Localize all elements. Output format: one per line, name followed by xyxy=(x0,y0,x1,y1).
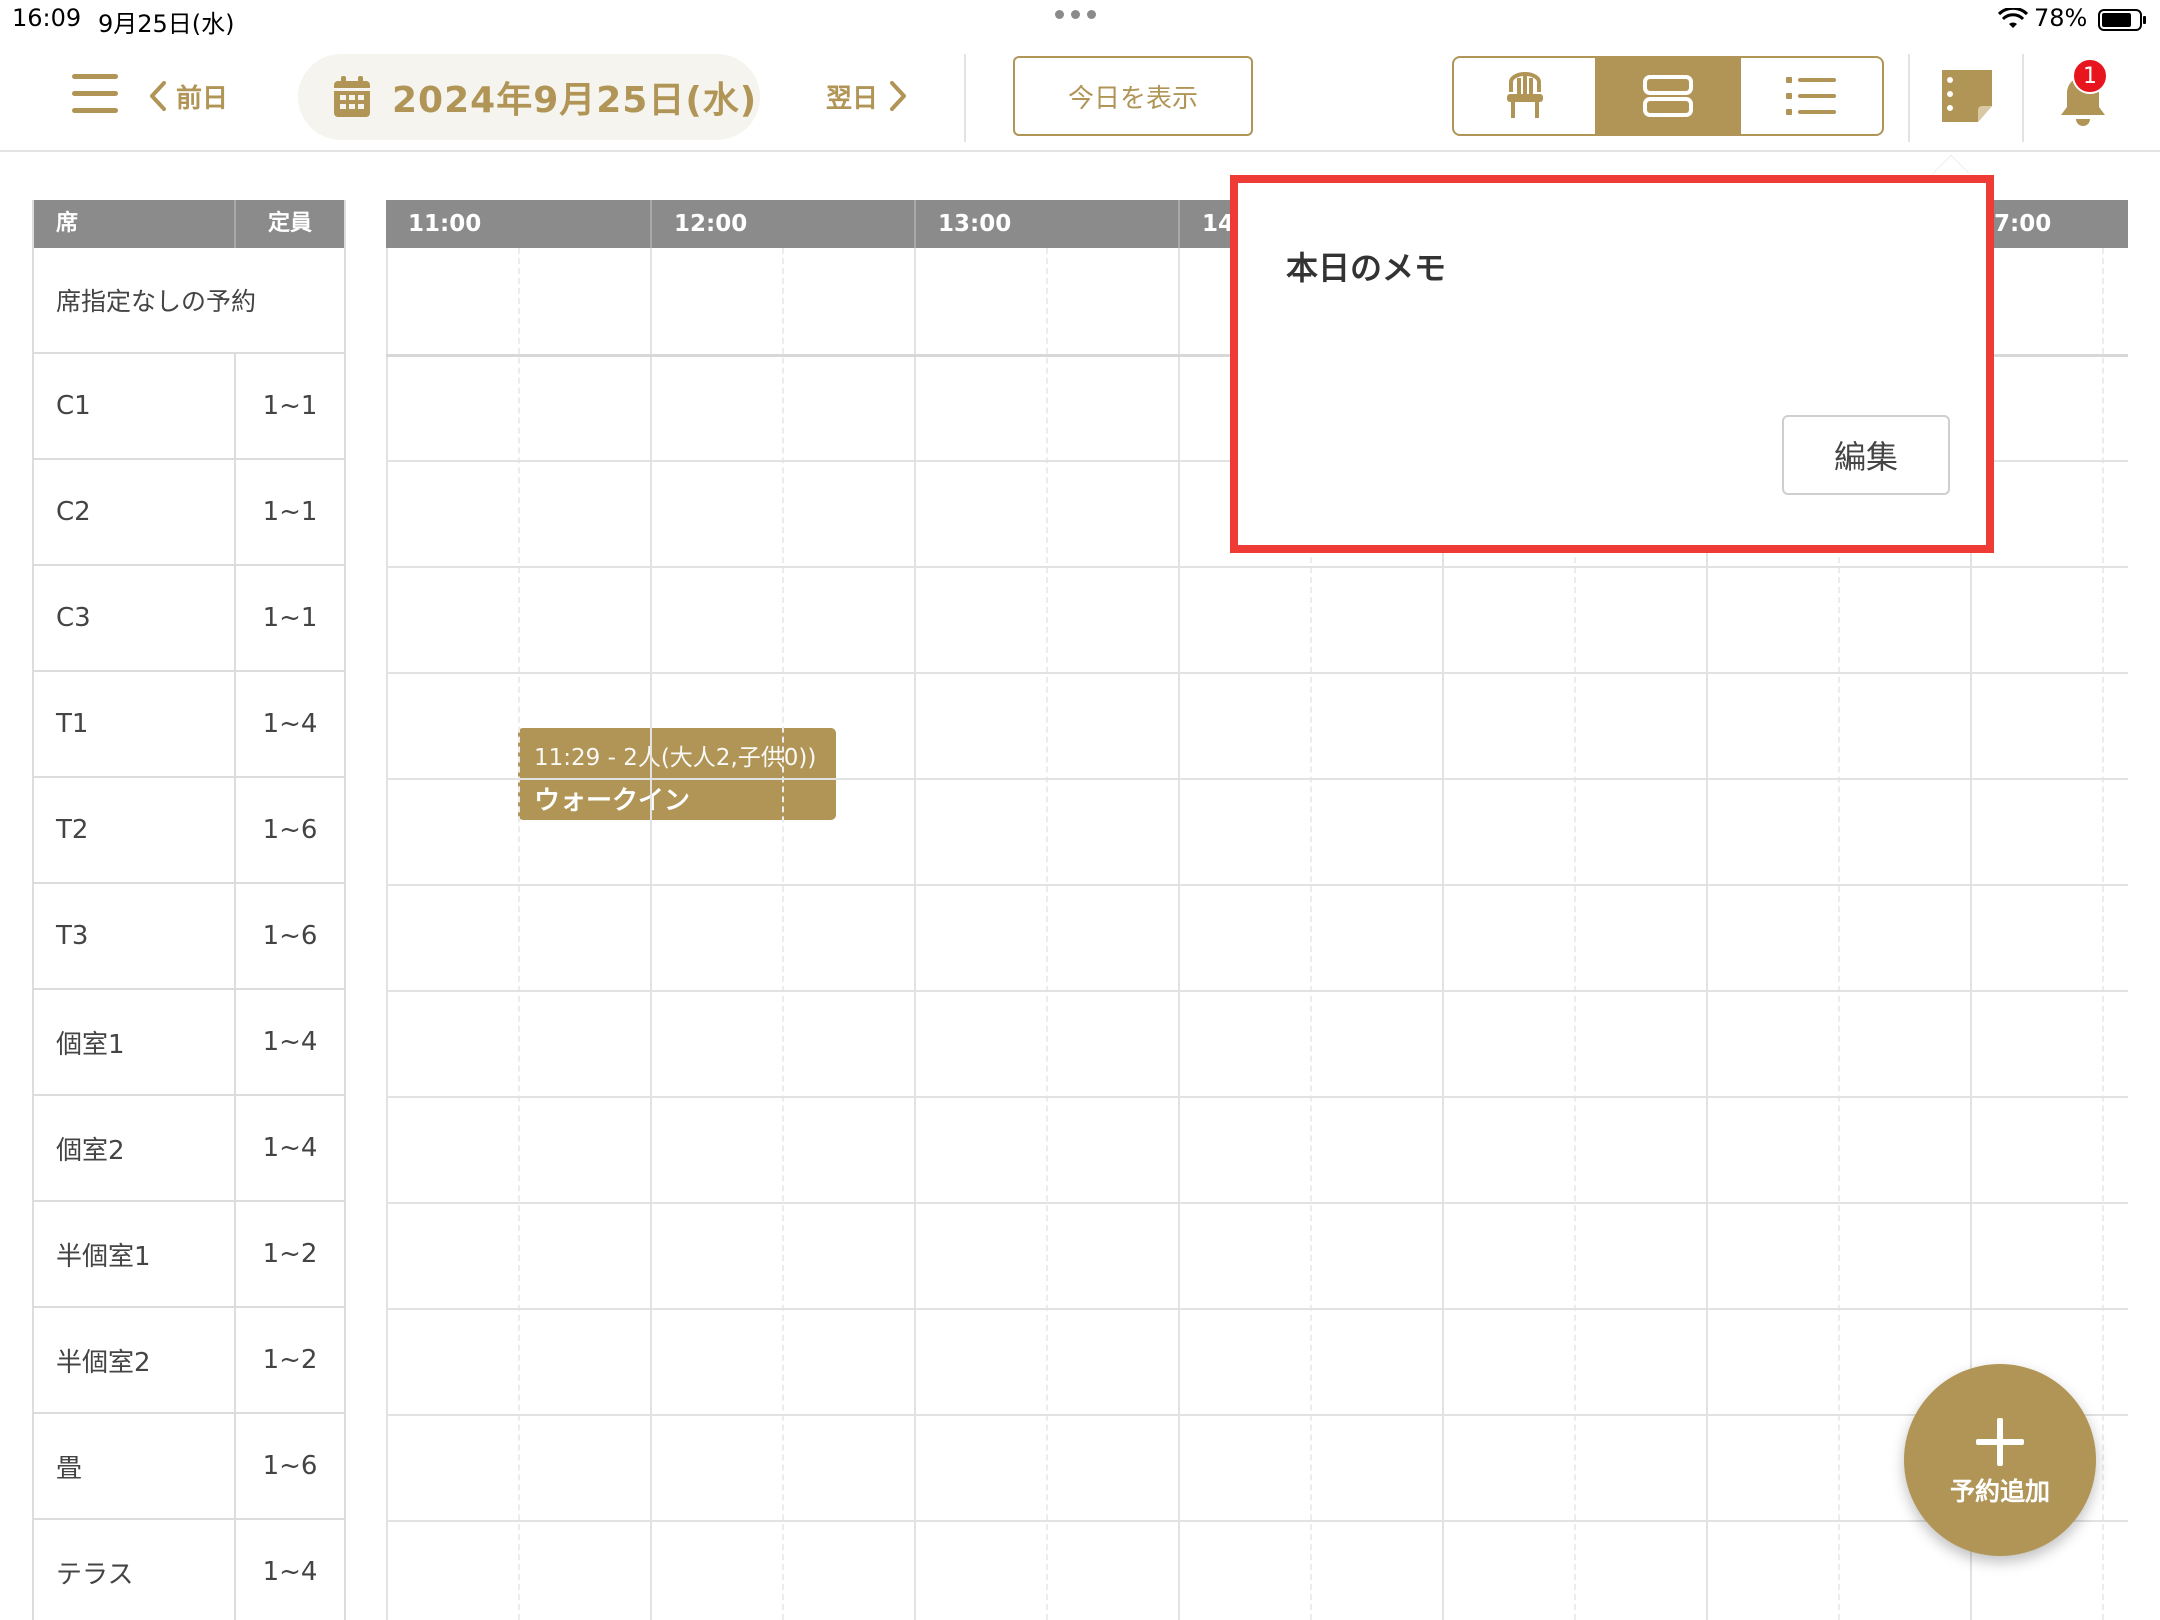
toolbar-divider xyxy=(1908,54,1910,142)
add-reservation-label: 予約追加 xyxy=(1949,1477,2050,1506)
seat-row[interactable]: T3 1~6 xyxy=(34,884,344,990)
chair-icon xyxy=(1506,72,1543,118)
row-gridline xyxy=(386,672,2128,674)
status-bar: 16:09 9月25日(水) 78% xyxy=(0,0,2160,40)
seat-capacity: 1~4 xyxy=(262,1133,318,1163)
row-gridline xyxy=(386,1308,2128,1310)
memo-note-icon[interactable] xyxy=(1938,66,1996,126)
seat-capacity: 1~2 xyxy=(262,1239,318,1269)
wifi-icon xyxy=(1998,8,2028,28)
chevron-left-icon xyxy=(150,81,166,111)
toolbar-divider xyxy=(2022,54,2024,142)
seat-name: 個室2 xyxy=(34,1096,236,1200)
seat-name: C1 xyxy=(34,354,236,458)
seat-table-header: 席 定員 xyxy=(34,200,344,248)
row-gridline xyxy=(386,1096,2128,1098)
timeline-rows-icon xyxy=(1642,75,1693,117)
seat-capacity: 1~4 xyxy=(262,709,318,739)
reservation-name: ウォークイン xyxy=(534,786,691,816)
reservation-time: 11:29 - 2人(大人2,子供0)) xyxy=(534,745,817,771)
seat-view-tab[interactable] xyxy=(1454,58,1595,134)
menu-icon[interactable] xyxy=(72,74,118,114)
row-gridline xyxy=(386,884,2128,886)
seat-table: 席 定員 席指定なしの予約 C1 1~1 C2 1~1 C3 1~1 T1 1~4 T2 1~6 T… xyxy=(32,200,346,1620)
memo-edit-button[interactable]: 編集 xyxy=(1782,415,1950,495)
row-gridline xyxy=(386,1202,2128,1204)
hour-label: 12:00 xyxy=(650,200,914,248)
seat-name: T3 xyxy=(34,884,236,988)
seat-row[interactable]: 個室2 1~4 xyxy=(34,1096,344,1202)
seat-name: C2 xyxy=(34,460,236,564)
seat-capacity: 1~6 xyxy=(262,1451,318,1481)
seat-row[interactable]: 半個室1 1~2 xyxy=(34,1202,344,1308)
seat-row[interactable]: C3 1~1 xyxy=(34,566,344,672)
hour-label: 11:00 xyxy=(408,211,482,237)
seat-name: T2 xyxy=(34,778,236,882)
seat-row[interactable]: 半個室2 1~2 xyxy=(34,1308,344,1414)
list-icon xyxy=(1786,77,1837,115)
date-picker-button[interactable]: 2024年9月25日(水) xyxy=(298,54,760,140)
hour-label: 13:00 xyxy=(914,200,1178,248)
daily-memo-popover: 本日のメモ 編集 xyxy=(1230,175,1994,553)
app-root: 16:09 9月25日(水) 78% 前日 2024年9月25日(水) 翌日 今… xyxy=(0,0,2160,1620)
seat-column-header: 席 xyxy=(34,200,236,248)
status-time: 16:09 xyxy=(12,4,82,32)
seat-capacity: 1~1 xyxy=(262,391,318,421)
current-date: 2024年9月25日(水) xyxy=(392,80,758,121)
timeline-view-tab[interactable] xyxy=(1595,58,1739,134)
calendar-icon xyxy=(334,76,370,117)
battery-percent: 78% xyxy=(2034,4,2088,32)
battery-icon xyxy=(2098,9,2146,31)
seat-name: C3 xyxy=(34,566,236,670)
prev-day-label: 前日 xyxy=(176,83,229,114)
seat-capacity: 1~6 xyxy=(262,921,318,951)
seat-row[interactable]: T2 1~6 xyxy=(34,778,344,884)
capacity-column-header: 定員 xyxy=(267,211,312,236)
seat-capacity: 1~4 xyxy=(262,1027,318,1057)
row-gridline xyxy=(386,1414,2128,1416)
seat-row[interactable]: 個室1 1~4 xyxy=(34,990,344,1096)
notification-badge: 1 xyxy=(2072,58,2108,94)
add-reservation-button[interactable]: 予約追加 xyxy=(1904,1364,2096,1556)
plus-icon xyxy=(1976,1418,2024,1466)
seat-capacity: 1~4 xyxy=(262,1557,318,1587)
next-day-button[interactable]: 翌日 xyxy=(826,76,908,116)
reservation-block[interactable]: 11:29 - 2人(大人2,子供0)) ウォークイン xyxy=(518,728,836,820)
seat-name: テラス xyxy=(34,1520,236,1620)
seat-name: 個室1 xyxy=(34,990,236,1094)
unassigned-reservations-row: 席指定なしの予約 xyxy=(34,248,344,354)
prev-day-button[interactable]: 前日 xyxy=(148,76,228,116)
row-gridline xyxy=(386,778,2128,780)
row-gridline xyxy=(386,1520,2128,1522)
chevron-right-icon xyxy=(890,81,907,111)
seat-row[interactable]: テラス 1~4 xyxy=(34,1520,344,1620)
status-date: 9月25日(水) xyxy=(98,10,235,38)
next-day-label: 翌日 xyxy=(826,83,879,114)
row-gridline xyxy=(386,990,2128,992)
toolbar: 前日 2024年9月25日(水) 翌日 今日を表示 1 xyxy=(0,40,2160,152)
memo-title: 本日のメモ xyxy=(1286,249,1447,287)
seat-capacity: 1~2 xyxy=(262,1345,318,1375)
seat-row[interactable]: 畳 1~6 xyxy=(34,1414,344,1520)
seat-name: T1 xyxy=(34,672,236,776)
notification-button[interactable]: 1 xyxy=(2050,58,2116,130)
list-view-tab[interactable] xyxy=(1738,58,1882,134)
multitasking-dots-icon[interactable] xyxy=(1055,10,1096,19)
seat-row[interactable]: C2 1~1 xyxy=(34,460,344,566)
toolbar-divider xyxy=(964,54,966,142)
seat-row[interactable]: T1 1~4 xyxy=(34,672,344,778)
row-gridline xyxy=(386,566,2128,568)
seat-name: 半個室2 xyxy=(34,1308,236,1412)
view-switcher xyxy=(1452,56,1884,136)
seat-name: 畳 xyxy=(34,1414,236,1518)
seat-row[interactable]: C1 1~1 xyxy=(34,354,344,460)
seat-capacity: 1~1 xyxy=(262,603,318,633)
seat-name: 半個室1 xyxy=(34,1202,236,1306)
show-today-button[interactable]: 今日を表示 xyxy=(1013,56,1253,136)
seat-capacity: 1~1 xyxy=(262,497,318,527)
seat-capacity: 1~6 xyxy=(262,815,318,845)
